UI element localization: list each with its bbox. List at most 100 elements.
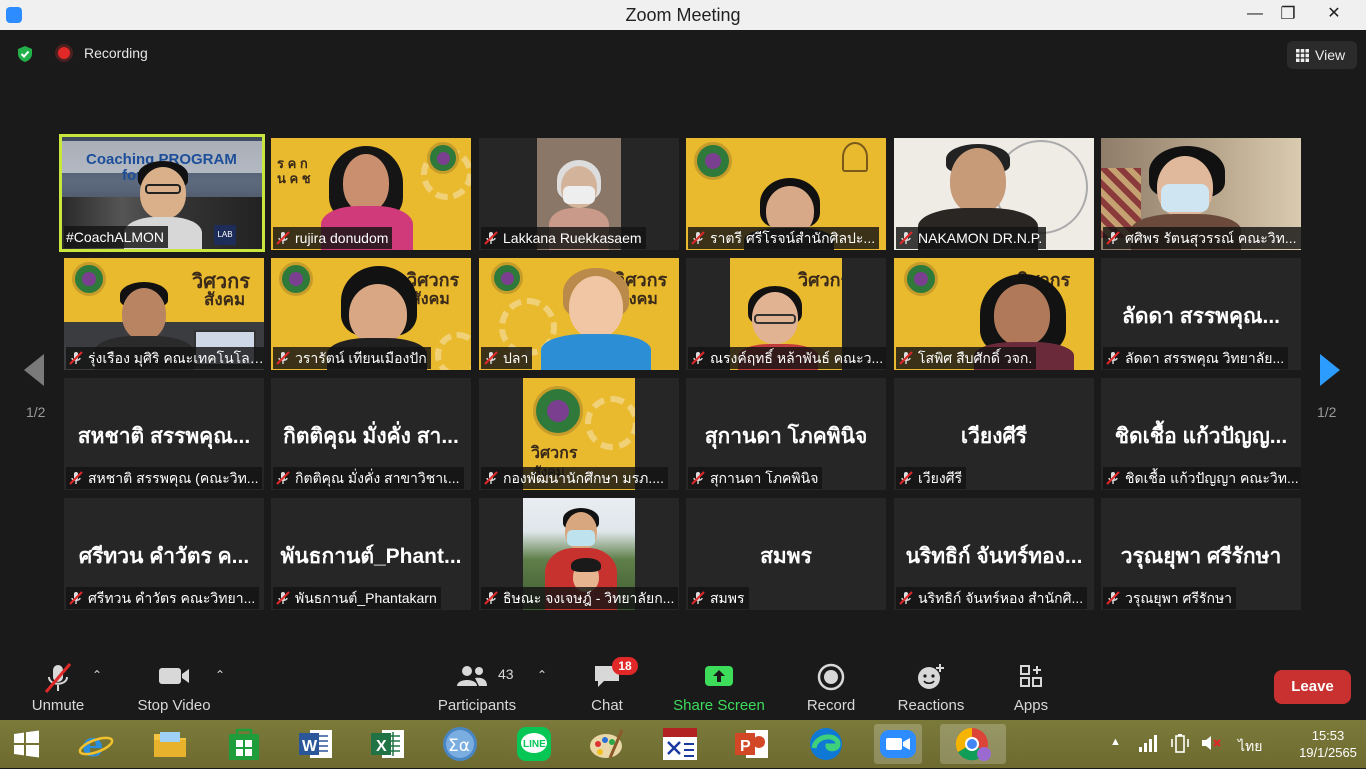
window-title: Zoom Meeting [625,5,741,25]
muted-mic-icon [276,471,290,485]
participant-tile[interactable]: Coaching PROGRAM for ter LAB #CoachALMON [59,134,265,252]
participant-name-bar: กิตติคุณ มั่งคั่ง สาขาวิชาเ... [273,467,464,489]
participant-tile[interactable]: วิศวกร สังคม วรารัตน์ เทียนเมืองปัก [271,258,471,370]
apps-button[interactable]: Apps [1004,660,1058,718]
close-button[interactable]: ✕ [1312,0,1356,30]
windows-taskbar: e W X Σα LINE P ▲ ไทย 15:53 19/1/2565 [0,720,1366,768]
excel-icon[interactable]: X [368,724,408,764]
taskbar-clock[interactable]: 15:53 19/1/2565 [1296,727,1360,761]
participant-tile[interactable]: นริทธิก์ จันทร์ทอง... นริทธิก์ จันทร์หอง… [894,498,1094,610]
view-button[interactable]: View [1287,41,1357,69]
participant-name: รุ่งเรือง มุศิริ คณะเทคโนโลย... [88,350,264,366]
lisrel-icon[interactable] [660,724,700,764]
participant-tile[interactable]: วิศวกร สังคม ปลา [479,258,679,370]
muted-mic-icon [899,471,913,485]
leave-button[interactable]: Leave [1274,670,1351,704]
participant-name: นริทธิก์ จันทร์หอง สำนักศิ... [918,590,1084,606]
store-icon[interactable] [224,724,264,764]
muted-mic-icon [691,351,705,365]
edge-icon[interactable] [806,724,846,764]
zoom-icon[interactable] [874,724,922,764]
participant-tile[interactable]: ชิดเชื้อ แก้วปัญญ... ชิดเชื้อ แก้วปัญญา … [1101,378,1301,490]
participant-tile[interactable]: วิศวกร สังคม รุ่งเรือง มุศิริ คณะเทคโนโล… [64,258,264,370]
reactions-label: Reactions [897,697,965,714]
muted-mic-icon [1106,351,1120,365]
participant-name-bar: NAKAMON DR.N.P. [896,227,1047,249]
muted-microphone-icon [44,663,72,693]
participant-tile[interactable]: ศศิพร รัตนสุวรรณ์ คณะวิท... [1101,138,1301,250]
participant-name: กิตติคุณ มั่งคั่ง สาขาวิชาเ... [295,470,460,486]
participant-tile[interactable]: ศรีทวน คำวัตร ค... ศรีทวน คำวัตร คณะวิทย… [64,498,264,610]
muted-mic-icon [1106,591,1120,605]
participant-name: ชิดเชื้อ แก้วปัญญา คณะวิท... [1125,470,1299,486]
participant-name-bar: ลัดดา สรรพคุณ วิทยาลัย... [1103,347,1289,369]
file-explorer-icon[interactable] [150,724,190,764]
share-screen-button[interactable]: Share Screen [670,660,768,718]
participant-name-bar: รุ่งเรือง มุศิริ คณะเทคโนโลย... [66,347,264,369]
network-signal-icon[interactable] [1138,734,1158,752]
powerpoint-icon[interactable]: P [732,724,772,764]
reactions-button[interactable]: Reactions [894,660,968,718]
banner-text: น ค ช [277,171,311,186]
participant-tile[interactable]: สมพร สมพร [686,498,886,610]
show-hidden-icons-chevron-icon[interactable]: ▲ [1110,736,1121,748]
speaker-muted-icon[interactable] [1200,733,1222,753]
participant-tile[interactable]: NAKAMON DR.N.P. [894,138,1094,250]
line-icon[interactable]: LINE [514,724,554,764]
input-language-indicator[interactable]: ไทย [1238,736,1262,758]
muted-mic-icon [691,591,705,605]
participant-tile[interactable]: วิศวกร สังคม โสพิศ สืบศักดิ์ วจก. [894,258,1094,370]
participant-name: สหชาติ สรรพคุณ (คณะวิท... [88,470,259,486]
maximize-button[interactable]: ❐ [1266,0,1310,30]
chrome-icon[interactable] [940,724,1006,764]
apps-label: Apps [1013,697,1049,714]
participant-tile[interactable]: Lakkana Ruekkasaem [479,138,679,250]
muted-mic-icon [899,231,913,245]
svg-text:P: P [740,738,751,755]
participant-tile[interactable]: เวียงศีรี เวียงศีรี [894,378,1094,490]
audio-options-caret-icon[interactable]: ⌃ [92,668,102,682]
word-icon[interactable]: W [296,724,336,764]
participants-icon [457,666,487,686]
participant-name: ศศิพร รัตนสุวรรณ์ คณะวิท... [1125,230,1297,246]
participant-tile[interactable]: วิศวกร สังคม กองพัฒนานักศึกษา มรภ.... [479,378,679,490]
participant-tile[interactable]: กิตติคุณ มั่งคั่ง สา... กิตติคุณ มั่งคั่… [271,378,471,490]
participant-tile[interactable]: พันธกานต์_Phant... พันธกานต์_Phantakarn [271,498,471,610]
previous-page-button[interactable]: 1/2 [22,352,52,420]
participant-name: กองพัฒนานักศึกษา มรภ.... [503,470,664,486]
participant-big-name: สหชาติ สรรพคุณ... [77,425,251,448]
participant-tile[interactable]: วิศวกร ณรงค์ฤทธิ์ หล้าพันธ์ คณะว... [686,258,886,370]
next-page-button[interactable]: 1/2 [1317,352,1348,420]
windows-start-icon[interactable] [8,726,44,762]
chevron-left-icon [24,354,44,386]
participant-tile[interactable]: ธิษณะ จงเจษฎ์ - วิทยาลัยก... [479,498,679,610]
page-indicator-left: 1/2 [26,404,46,420]
record-button[interactable]: Record [800,660,862,718]
encryption-shield-icon[interactable] [16,45,34,63]
participants-options-caret-icon[interactable]: ⌃ [537,668,547,682]
internet-explorer-icon[interactable]: e [76,724,116,765]
participant-name: ธิษณะ จงเจษฎ์ - วิทยาลัยก... [503,590,675,606]
participant-tile[interactable]: ราตรี ศรีโรจน์สำนักศิลปะ... [686,138,886,250]
participants-label: Participants [437,697,517,714]
participant-tile[interactable]: สหชาติ สรรพคุณ... สหชาติ สรรพคุณ (คณะวิท… [64,378,264,490]
participant-tile[interactable]: ร ค ก น ค ช rujira donudom [271,138,471,250]
participants-button[interactable]: 43 Participants [432,660,522,718]
stop-video-button[interactable]: Stop Video [134,660,214,718]
participant-name: สมพร [710,590,745,606]
unmute-button[interactable]: Unmute [22,660,94,718]
participant-tile[interactable]: สุกานดา โภคพินิจ สุกานดา โภคพินิจ [686,378,886,490]
participant-name-bar: วรารัตน์ เทียนเมืองปัก [273,347,431,369]
battery-charging-icon[interactable] [1170,733,1190,753]
calculator-icon[interactable]: Σα [440,724,480,764]
participant-big-name: ศรีทวน คำวัตร ค... [78,545,250,568]
participant-name: พันธกานต์_Phantakarn [295,590,437,606]
banner-text: วิศวกร [192,271,251,293]
video-options-caret-icon[interactable]: ⌃ [215,668,225,682]
participant-tile[interactable]: วรุณยุพา ศรีรักษา วรุณยุพา ศรีรักษา [1101,498,1301,610]
paint-icon[interactable] [586,724,626,764]
smiley-face-icon [918,664,944,689]
participant-tile[interactable]: ลัดดา สรรพคุณ... ลัดดา สรรพคุณ วิทยาลัย.… [1101,258,1301,370]
participant-name-bar: ศศิพร รัตนสุวรรณ์ คณะวิท... [1103,227,1301,249]
participant-big-name: สุกานดา โภคพินิจ [704,425,868,448]
